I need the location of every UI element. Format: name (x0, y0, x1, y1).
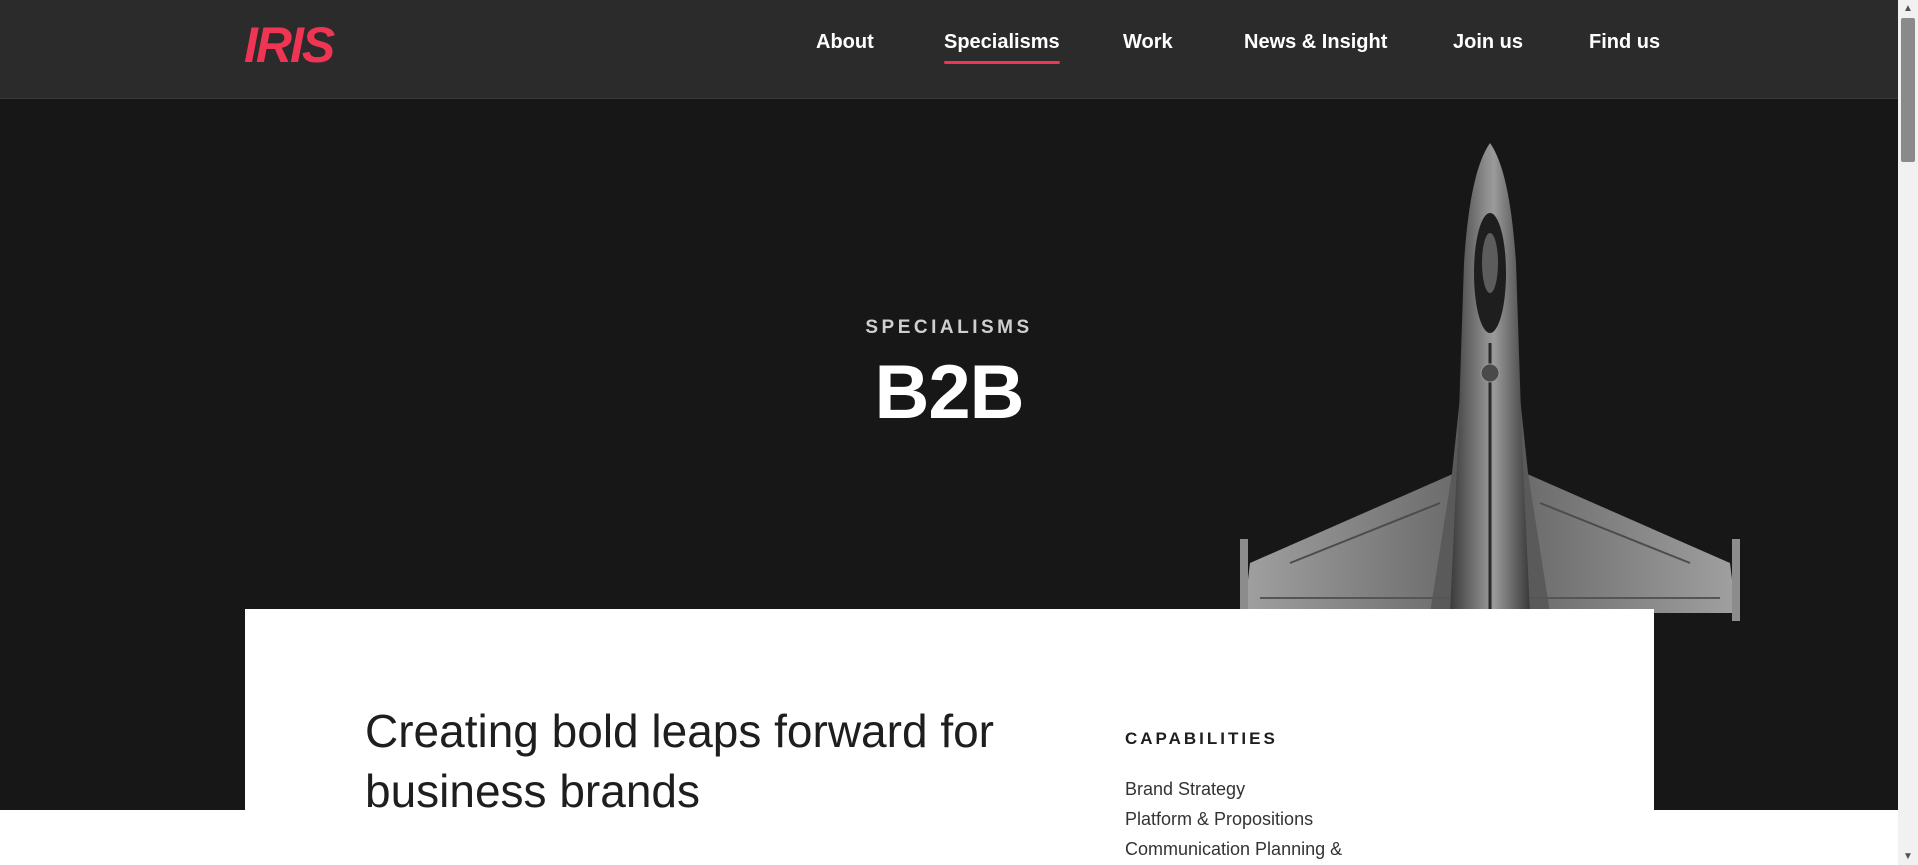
nav-item-work[interactable]: Work (1123, 30, 1173, 54)
page: IRIS About Specialisms Work News & Insig… (0, 0, 1898, 865)
scrollbar-thumb[interactable] (1901, 18, 1915, 162)
capabilities-title: CAPABILITIES (1125, 729, 1278, 748)
capability-item: Communication Planning & (1125, 839, 1343, 859)
nav-item-news-insight[interactable]: News & Insight (1244, 30, 1387, 54)
nav-item-specialisms[interactable]: Specialisms (944, 30, 1060, 64)
nav-item-about[interactable]: About (816, 30, 874, 54)
chevron-up-icon[interactable]: ▲ (1898, 0, 1918, 17)
capability-item: Platform & Propositions (1125, 809, 1314, 829)
nav-item-join-us[interactable]: Join us (1453, 30, 1523, 54)
page-scrollbar[interactable]: ▲ ▼ (1898, 0, 1918, 865)
intro-card: Creating bold leaps forward for business… (245, 609, 1654, 865)
intro-heading: Creating bold leaps forward for business… (365, 705, 994, 817)
capability-item: Brand Strategy (1125, 779, 1246, 799)
iris-logo[interactable]: IRIS (244, 20, 335, 70)
capabilities-list: Brand Strategy Platform & Propositions C… (1125, 774, 1342, 864)
site-header: IRIS About Specialisms Work News & Insig… (0, 0, 1898, 99)
chevron-down-icon[interactable]: ▼ (1898, 848, 1918, 865)
nav-item-find-us[interactable]: Find us (1589, 30, 1660, 54)
